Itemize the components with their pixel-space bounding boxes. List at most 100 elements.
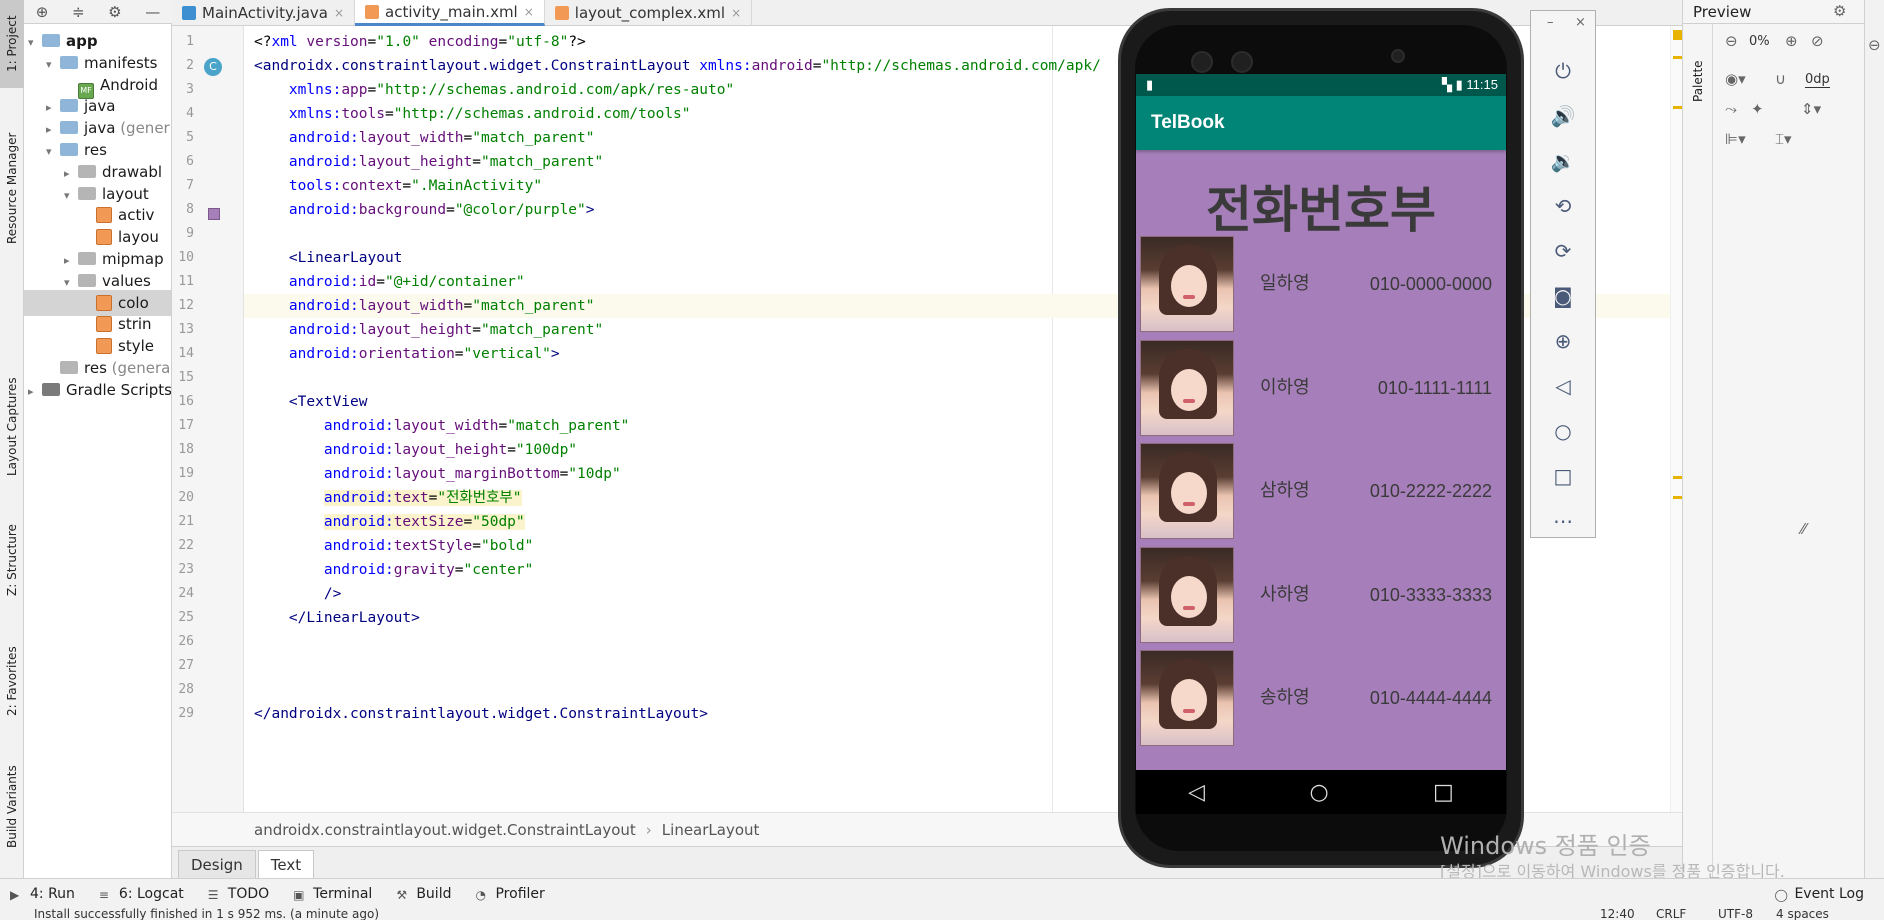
line-separator[interactable]: CRLF: [1656, 908, 1686, 920]
code-line[interactable]: android:id="@+id/container": [254, 270, 525, 294]
code-line[interactable]: xmlns:app="http://schemas.android.com/ap…: [254, 78, 734, 102]
code-line[interactable]: android:gravity="center": [254, 558, 534, 582]
code-line[interactable]: android:layout_height="match_parent": [254, 150, 603, 174]
color-swatch-icon[interactable]: [208, 208, 220, 220]
nav-back-icon[interactable]: ◁: [1188, 780, 1205, 805]
overview-icon[interactable]: □: [1531, 456, 1595, 496]
emulator-screen[interactable]: ▮ ▚ ▮ 11:15 TelBook 전화번호부 일하영 010-0000-00…: [1136, 74, 1506, 770]
volume-up-icon[interactable]: 🔊: [1531, 96, 1595, 136]
nav-home-icon[interactable]: ○: [1309, 780, 1328, 805]
warning-mark[interactable]: [1673, 476, 1682, 479]
code-line[interactable]: xmlns:tools="http://schemas.android.com/…: [254, 102, 691, 126]
contact-item[interactable]: 이하영 010-1111-1111: [1140, 339, 1502, 436]
code-line[interactable]: <TextView: [254, 390, 368, 414]
file-encoding[interactable]: UTF-8: [1718, 908, 1753, 920]
editor-tab[interactable]: MainActivity.java ×: [172, 0, 356, 26]
class-marker-icon[interactable]: C: [204, 58, 222, 76]
tool-window-run[interactable]: ▶ 4: Run: [0, 886, 89, 902]
eye-icon[interactable]: ◉▾: [1725, 70, 1746, 88]
layout-captures-tool-tab[interactable]: Layout Captures: [0, 362, 24, 492]
collapse-icon[interactable]: ≑: [72, 3, 85, 21]
tab-text[interactable]: Text: [257, 850, 315, 878]
expand-arrow-icon[interactable]: ▸: [28, 379, 42, 405]
code-line[interactable]: android:layout_width="match_parent": [254, 414, 630, 438]
locate-icon[interactable]: ⊕: [36, 3, 49, 21]
home-icon[interactable]: ○: [1531, 411, 1595, 451]
indent-setting[interactable]: 4 spaces: [1776, 908, 1829, 920]
nav-recents-icon[interactable]: □: [1433, 780, 1454, 805]
pack-icon[interactable]: ⇕▾: [1801, 100, 1821, 118]
resource-manager-tool-tab[interactable]: Resource Manager: [0, 118, 24, 258]
warning-mark[interactable]: [1673, 496, 1682, 499]
structure-tool-tab[interactable]: Z: Structure: [0, 510, 24, 610]
code-line[interactable]: </androidx.constraintlayout.widget.Const…: [254, 702, 708, 726]
code-line[interactable]: android:layout_width="match_parent": [254, 294, 595, 318]
palette-tab[interactable]: Palette: [1686, 46, 1710, 116]
tool-window-build[interactable]: ⚒ Build: [386, 886, 465, 902]
default-margin-field[interactable]: 0dp: [1805, 72, 1830, 88]
back-icon[interactable]: ◁: [1531, 366, 1595, 406]
close-tab-icon[interactable]: ×: [524, 0, 534, 25]
tool-window-terminal[interactable]: ▣ Terminal: [283, 886, 386, 902]
code-line[interactable]: </LinearLayout>: [254, 606, 420, 630]
gear-icon[interactable]: ⚙: [108, 3, 121, 21]
tool-window-profiler[interactable]: ◔ Profiler: [465, 886, 558, 902]
close-tab-icon[interactable]: ×: [731, 0, 741, 26]
code-line[interactable]: android:textSize="50dp": [254, 510, 525, 534]
power-icon[interactable]: ⏻: [1531, 51, 1595, 91]
editor-tab[interactable]: activity_main.xml ×: [355, 0, 545, 26]
zoom-fit-icon[interactable]: ⊘: [1811, 32, 1824, 50]
clear-constraints-icon[interactable]: ⤳: [1725, 100, 1737, 118]
close-tab-icon[interactable]: ×: [334, 0, 344, 26]
zoom-out-icon[interactable]: ⊖: [1725, 32, 1738, 50]
warning-mark[interactable]: [1673, 106, 1682, 109]
code-line[interactable]: />: [254, 582, 341, 606]
rotate-right-icon[interactable]: ⟳: [1531, 231, 1595, 271]
tab-design[interactable]: Design: [178, 850, 256, 878]
contact-item[interactable]: 삼하영 010-2222-2222: [1140, 443, 1502, 539]
more-icon[interactable]: ⋯: [1531, 501, 1595, 541]
guidelines-icon[interactable]: ⌶▾: [1775, 130, 1792, 148]
gear-icon[interactable]: ⚙: [1833, 2, 1846, 20]
breadcrumb-item[interactable]: androidx.constraintlayout.widget.Constra…: [254, 821, 636, 839]
tool-window-logcat[interactable]: ≡ 6: Logcat: [89, 886, 198, 902]
emulator-close-icon[interactable]: ×: [1575, 15, 1586, 30]
code-line[interactable]: android:layout_height="match_parent": [254, 318, 603, 342]
tree-item[interactable]: ▸ Gradle Scripts: [24, 377, 171, 405]
project-tool-tab[interactable]: 1: Project: [0, 0, 24, 88]
contact-item[interactable]: 일하영 010-0000-0000: [1140, 236, 1502, 332]
volume-down-icon[interactable]: 🔉: [1531, 141, 1595, 181]
caret-position[interactable]: 12:40: [1600, 908, 1635, 920]
editor-tab[interactable]: layout_complex.xml ×: [545, 0, 753, 26]
code-line[interactable]: android:text="전화번호부": [254, 486, 522, 510]
contact-item[interactable]: 사하영 010-3333-3333: [1140, 546, 1502, 643]
code-line[interactable]: android:background="@color/purple">: [254, 198, 595, 222]
align-icon[interactable]: ⊫▾: [1725, 130, 1746, 148]
minimize-icon[interactable]: —: [145, 3, 160, 21]
magnet-icon[interactable]: ∪: [1775, 70, 1786, 88]
infer-constraints-icon[interactable]: ✦: [1751, 100, 1764, 118]
warning-mark[interactable]: [1673, 56, 1682, 59]
tool-window-todo[interactable]: ☰ TODO: [198, 886, 283, 902]
build-variants-tool-tab[interactable]: Build Variants: [0, 752, 24, 862]
breadcrumb-item[interactable]: LinearLayout: [662, 821, 760, 839]
contact-item[interactable]: 송하영 010-4444-4444: [1140, 650, 1502, 746]
code-line[interactable]: android:textStyle="bold": [254, 534, 534, 558]
emulator-minimize-icon[interactable]: –: [1547, 15, 1554, 30]
code-line[interactable]: <androidx.constraintlayout.widget.Constr…: [254, 54, 1101, 78]
rotate-left-icon[interactable]: ⟲: [1531, 186, 1595, 226]
code-line[interactable]: android:layout_width="match_parent": [254, 126, 595, 150]
event-log-button[interactable]: ◯ Event Log: [1764, 886, 1884, 902]
zoom-in-icon[interactable]: ⊕: [1785, 32, 1798, 50]
zoom-icon[interactable]: ⊕: [1531, 321, 1595, 361]
code-line[interactable]: <?xml version="1.0" encoding="utf-8"?>: [254, 30, 586, 54]
code-line[interactable]: tools:context=".MainActivity": [254, 174, 542, 198]
code-line[interactable]: android:layout_marginBottom="10dp": [254, 462, 621, 486]
side-toggle-icon[interactable]: ⊖: [1868, 36, 1881, 54]
code-line[interactable]: <LinearLayout: [254, 246, 403, 270]
camera-icon[interactable]: ◙: [1531, 276, 1595, 316]
code-line[interactable]: android:layout_height="100dp": [254, 438, 577, 462]
resize-handle-icon[interactable]: ⁄⁄: [1801, 520, 1806, 538]
code-line[interactable]: android:orientation="vertical">: [254, 342, 560, 366]
favorites-tool-tab[interactable]: 2: Favorites: [0, 636, 24, 726]
